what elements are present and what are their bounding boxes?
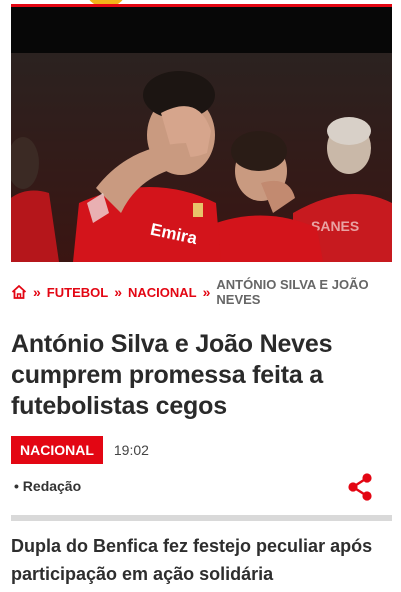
home-icon[interactable] xyxy=(11,284,27,300)
breadcrumb-separator: » xyxy=(114,284,122,300)
article-meta: NACIONAL 19:02 xyxy=(11,436,149,464)
breadcrumb-current: ANTÓNIO SILVA E JOÃO NEVES xyxy=(216,277,369,307)
category-tag[interactable]: NACIONAL xyxy=(11,436,103,464)
breadcrumb: » FUTEBOL » NACIONAL » ANTÓNIO SILVA E J… xyxy=(11,277,401,307)
article-lead: Dupla do Benfica fez festejo peculiar ap… xyxy=(11,536,373,584)
share-icon[interactable] xyxy=(347,472,373,502)
hero-photo-players: SANES Emira xyxy=(11,53,392,262)
section-divider xyxy=(11,515,392,521)
hero-letterbox xyxy=(11,7,392,53)
article-author: • Redação xyxy=(14,478,82,494)
top-header-strip xyxy=(0,0,401,7)
breadcrumb-link-nacional[interactable]: NACIONAL xyxy=(128,285,197,300)
publish-time: 19:02 xyxy=(113,442,149,458)
breadcrumb-separator: » xyxy=(202,284,211,300)
breadcrumb-separator: » xyxy=(33,284,41,300)
breadcrumb-link-futebol[interactable]: FUTEBOL xyxy=(47,285,108,300)
svg-text:SANES: SANES xyxy=(311,218,359,234)
article-hero-image: SANES Emira xyxy=(11,7,392,262)
article-headline: António Silva e João Neves cumprem prome… xyxy=(11,330,333,420)
